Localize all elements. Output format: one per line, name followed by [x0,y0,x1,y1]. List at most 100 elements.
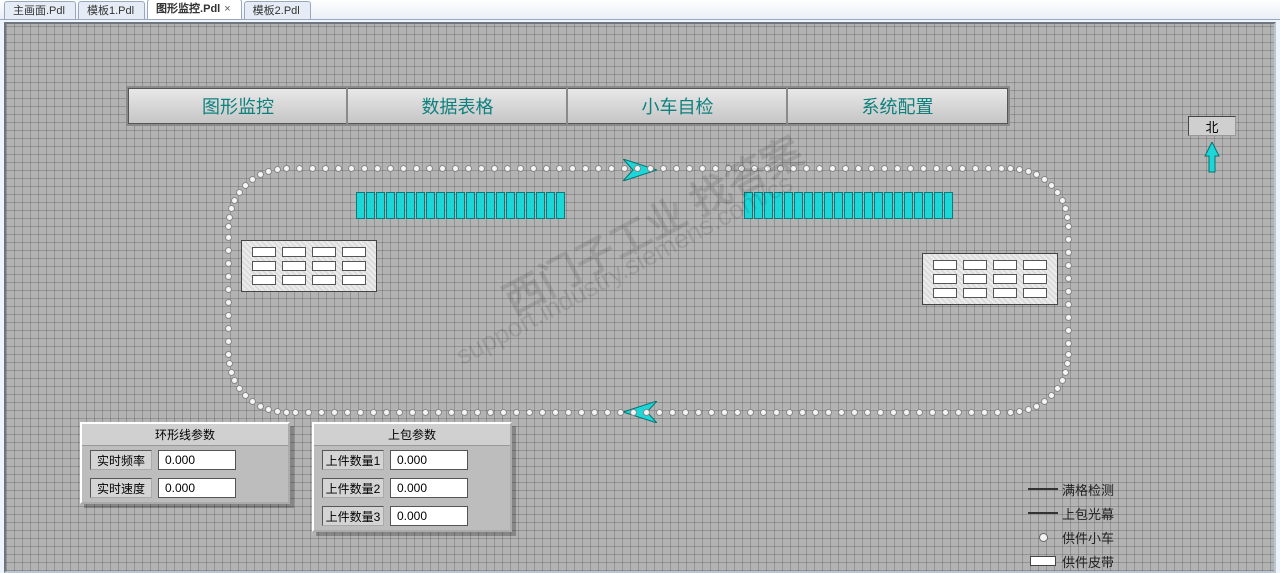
station-cell [1023,274,1047,284]
track-dot [812,409,819,416]
track-dot [591,409,598,416]
track-dot [409,409,416,416]
track-dot [816,165,823,172]
track-dot [738,165,745,172]
nav-button-2[interactable]: 小车自检 [568,88,788,124]
loop-param-row: 实时频率 [82,446,288,474]
conveyor-slot [386,192,395,219]
legend-symbol-line [1024,488,1062,490]
legend-label: 上包光幕 [1062,504,1114,523]
track-dot [1059,377,1066,384]
tab-3[interactable]: 模板2.Pdl [244,1,311,19]
upper-param-input[interactable] [390,506,468,526]
track-dot [920,165,927,172]
upper-param-row: 上件数量2 [314,474,510,502]
track-dot [530,165,537,172]
conveyor-slot [944,192,953,219]
track-dot [621,165,628,172]
track-dot [461,409,468,416]
track-dot [500,409,507,416]
track-dot [968,409,975,416]
nav-button-0[interactable]: 图形监控 [128,88,348,124]
track-dot [236,385,243,392]
track-dot [582,165,589,172]
track-dot [721,409,728,416]
conveyor-slot [784,192,793,219]
track-dot [630,409,637,416]
tab-2[interactable]: 图形监控.Pdl× [147,0,242,19]
track-dot [682,409,689,416]
conveyor-slot [894,192,903,219]
track-dot [747,409,754,416]
conveyor-slot [934,192,943,219]
north-label: 北 [1188,116,1236,136]
nav-strip: 图形监控数据表格小车自检系统配置 [128,88,1008,124]
station-cell [993,288,1017,298]
track-dot [838,409,845,416]
track-dot [257,403,264,410]
track-dot [1025,168,1032,175]
conveyor-slot [496,192,505,219]
conveyor-slot [406,192,415,219]
track-dot [1065,223,1072,230]
track-dot [265,406,272,413]
track-dot [708,409,715,416]
track-dot [799,409,806,416]
track-dot [225,312,232,319]
conveyor-slot [476,192,485,219]
track-dot [231,377,238,384]
track-dot [604,409,611,416]
upper-param-input[interactable] [390,478,468,498]
station-cell [963,274,987,284]
nav-button-1[interactable]: 数据表格 [348,88,568,124]
track-dot [1016,408,1023,415]
loop-param-input[interactable] [158,450,236,470]
upper-param-label: 上件数量2 [322,478,384,498]
track-dot [309,165,316,172]
loop-param-label: 实时频率 [90,450,152,470]
nav-button-3[interactable]: 系统配置 [788,88,1008,124]
panel-caption: 环形线参数 [82,424,288,446]
conveyor-slot [844,192,853,219]
conveyor-slot [556,192,565,219]
legend-label: 满格检测 [1062,480,1114,499]
track-dot [478,165,485,172]
close-icon[interactable]: × [224,3,230,15]
station-cell [993,260,1017,270]
track-dot [955,409,962,416]
legend-label: 供件小车 [1062,528,1114,547]
track-dot [448,409,455,416]
track-dot [1041,398,1048,405]
conveyor-slot [416,192,425,219]
track-dot [543,165,550,172]
tab-1[interactable]: 模板1.Pdl [78,1,145,19]
track-dot [487,409,494,416]
conveyor-slot [854,192,863,219]
track-dot [400,165,407,172]
track-dot [225,338,232,345]
panel-caption: 上包参数 [314,424,510,446]
conveyor-slot [804,192,813,219]
track-dot [903,409,910,416]
legend-row: 满格检测 [1024,477,1214,501]
track-dot [1065,314,1072,321]
upper-param-input[interactable] [390,450,468,470]
track-dot [465,165,472,172]
track-dot [228,205,235,212]
track-dot [1007,165,1014,172]
station-cell [312,247,336,257]
conveyor-slot [356,192,365,219]
conveyor-slots-right [744,192,953,219]
conveyor-slot [516,192,525,219]
track-dot [426,165,433,172]
track-dot [1041,176,1048,183]
track-dot [1048,182,1055,189]
tab-0[interactable]: 主画面.Pdl [4,1,76,19]
loop-param-input[interactable] [158,478,236,498]
track-dot [907,165,914,172]
track-dot [699,165,706,172]
track-dot [985,165,992,172]
track-dot [1016,166,1023,173]
track-dot [773,409,780,416]
track-dot [864,409,871,416]
